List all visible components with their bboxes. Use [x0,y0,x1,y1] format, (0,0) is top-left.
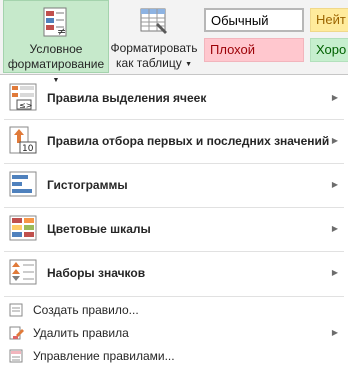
menu-item-label: Наборы значков [47,266,146,280]
submenu-arrow-icon: ▶ [331,268,338,277]
menu-action-label: Создать правило... [33,303,139,317]
menu-item-data-bars[interactable]: Гистограммы ▶ [0,165,348,205]
menu-item-color-scales[interactable]: Цветовые шкалы ▶ [0,209,348,249]
format-as-table-icon [140,8,167,34]
icon-sets-icon [9,259,37,285]
cf-label-line2: форматирование [7,57,105,71]
highlight-cells-rules-icon: ≤> [9,83,37,111]
menu-divider [4,296,344,297]
submenu-arrow-icon: ▶ [331,93,338,102]
menu-divider [4,119,344,120]
format-as-table-button[interactable]: Форматировать как таблицу ▼ [110,0,198,73]
color-scales-icon [9,215,37,241]
submenu-arrow-icon: ▶ [331,224,338,233]
menu-item-icon-sets[interactable]: Наборы значков ▶ [0,253,348,293]
menu-item-label: Цветовые шкалы [47,222,151,236]
ft-label-line1: Форматировать [110,41,198,55]
top-bottom-icon-number: 10 [22,144,34,154]
ribbon: ≠ Условное форматирование ▼ Форматироват… [0,0,348,84]
submenu-arrow-icon: ▶ [331,180,338,189]
menu-item-label: Правила отбора первых и последних значен… [47,134,330,148]
cf-label-line1: Условное [29,42,83,56]
menu-item-top-bottom-rules[interactable]: 10 Правила отбора первых и последних зна… [0,121,348,161]
menu-action-label: Удалить правила [33,326,129,340]
menu-divider [4,163,344,164]
menu-item-label: Правила выделения ячеек [47,91,207,105]
menu-action-manage-rules[interactable]: Управление правилами... [0,345,348,367]
menu-item-highlight-cells-rules[interactable]: ≤> Правила выделения ячеек ▶ [0,78,348,118]
new-rule-icon [9,303,23,317]
menu-action-new-rule[interactable]: Создать правило... [0,299,348,321]
menu-action-label: Управление правилами... [33,349,175,363]
menu-divider [4,207,344,208]
clear-rules-icon [9,326,24,340]
menu-action-clear-rules[interactable]: Удалить правила ▶ [0,322,348,344]
cell-styles-gallery: Обычный Нейт Плохой Хоро [200,2,348,70]
style-good[interactable]: Хоро [310,38,348,62]
style-bad[interactable]: Плохой [204,38,304,62]
ft-label-line2: как таблицу [116,56,182,70]
dropdown-caret-icon: ▼ [185,61,192,68]
manage-rules-icon [9,349,23,363]
top-bottom-rules-icon: 10 [9,126,37,154]
menu-divider [4,251,344,252]
submenu-arrow-icon: ▶ [331,136,338,145]
svg-text:≠: ≠ [57,25,66,38]
submenu-arrow-icon: ▶ [331,328,338,337]
style-neutral[interactable]: Нейт [310,8,348,32]
svg-text:≤>: ≤> [19,101,32,110]
style-normal[interactable]: Обычный [204,8,304,32]
menu-item-label: Гистограммы [47,178,128,192]
data-bars-icon [9,171,37,197]
conditional-formatting-button[interactable]: ≠ Условное форматирование ▼ [3,0,109,84]
conditional-formatting-icon: ≠ [43,7,67,38]
conditional-formatting-menu: ≤> Правила выделения ячеек ▶ 10 Правила … [0,75,348,372]
